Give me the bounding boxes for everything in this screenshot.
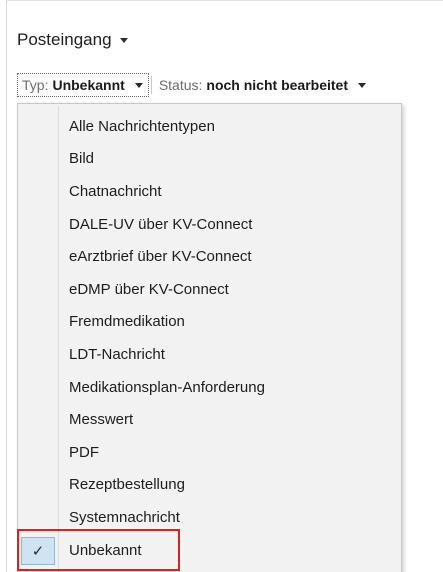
- menu-item[interactable]: Bild: [18, 143, 401, 176]
- menu-item[interactable]: DALE-UV über KV-Connect: [18, 208, 401, 241]
- menu-item-label: Unbekannt: [69, 541, 142, 559]
- chevron-down-icon: [119, 37, 128, 43]
- menu-item-label: Fremdmedikation: [69, 313, 185, 331]
- menu-item[interactable]: PDF: [18, 436, 401, 469]
- menu-item-label: LDT-Nachricht: [69, 345, 165, 363]
- menu-item[interactable]: eArztbrief über KV-Connect: [18, 240, 401, 273]
- menu-item[interactable]: Systemnachricht: [18, 501, 401, 534]
- menu-item-label: Messwert: [69, 411, 134, 429]
- menu-item-label: eDMP über KV-Connect: [69, 280, 229, 298]
- menu-item-label: DALE-UV über KV-Connect: [69, 215, 253, 233]
- typ-filter-dropdown[interactable]: Typ: Unbekannt: [17, 73, 149, 97]
- status-filter-dropdown[interactable]: Status: noch nicht bearbeitet: [152, 77, 366, 93]
- chevron-down-icon: [134, 82, 143, 88]
- menu-item-label: Medikationsplan-Anforderung: [69, 378, 265, 396]
- menu-item-label: PDF: [69, 443, 99, 461]
- posteingang-panel: Posteingang Typ: Unbekannt Status: noch …: [0, 0, 443, 572]
- menu-item-label: eArztbrief über KV-Connect: [69, 248, 252, 266]
- panel-left-border: [6, 0, 7, 572]
- menu-item[interactable]: LDT-Nachricht: [18, 338, 401, 371]
- filter-bar: Typ: Unbekannt Status: noch nicht bearbe…: [17, 73, 366, 97]
- menu-item-label: Alle Nachrichtentypen: [69, 117, 215, 135]
- menu-item[interactable]: Messwert: [18, 403, 401, 436]
- menu-item[interactable]: Alle Nachrichtentypen: [18, 110, 401, 143]
- panel-top-border: [6, 0, 443, 1]
- checkmark-icon: ✓: [21, 536, 55, 565]
- menu-item-label: Bild: [69, 150, 95, 168]
- menu-item-label: Systemnachricht: [69, 508, 180, 526]
- typ-dropdown-menu: Alle Nachrichtentypen Bild Chatnachricht DA…: [17, 103, 402, 572]
- typ-filter-label: Typ:: [22, 77, 49, 93]
- chevron-down-icon: [357, 82, 366, 88]
- status-filter-value: noch nicht bearbeitet: [206, 77, 348, 93]
- menu-item[interactable]: Medikationsplan-Anforderung: [18, 371, 401, 404]
- posteingang-title-menu[interactable]: Posteingang: [17, 30, 128, 50]
- menu-item[interactable]: Rezeptbestellung: [18, 469, 401, 502]
- menu-item[interactable]: Chatnachricht: [18, 175, 401, 208]
- menu-item-label: Rezeptbestellung: [69, 476, 185, 494]
- status-filter-label: Status:: [158, 77, 203, 93]
- page-title: Posteingang: [17, 30, 112, 49]
- typ-filter-value: Unbekannt: [52, 77, 125, 93]
- menu-item-list: Alle Nachrichtentypen Bild Chatnachricht DA…: [18, 110, 401, 566]
- menu-item-label: Chatnachricht: [69, 182, 162, 200]
- menu-item[interactable]: ✓ Unbekannt: [18, 534, 401, 567]
- menu-item[interactable]: Fremdmedikation: [18, 306, 401, 339]
- menu-item[interactable]: eDMP über KV-Connect: [18, 273, 401, 306]
